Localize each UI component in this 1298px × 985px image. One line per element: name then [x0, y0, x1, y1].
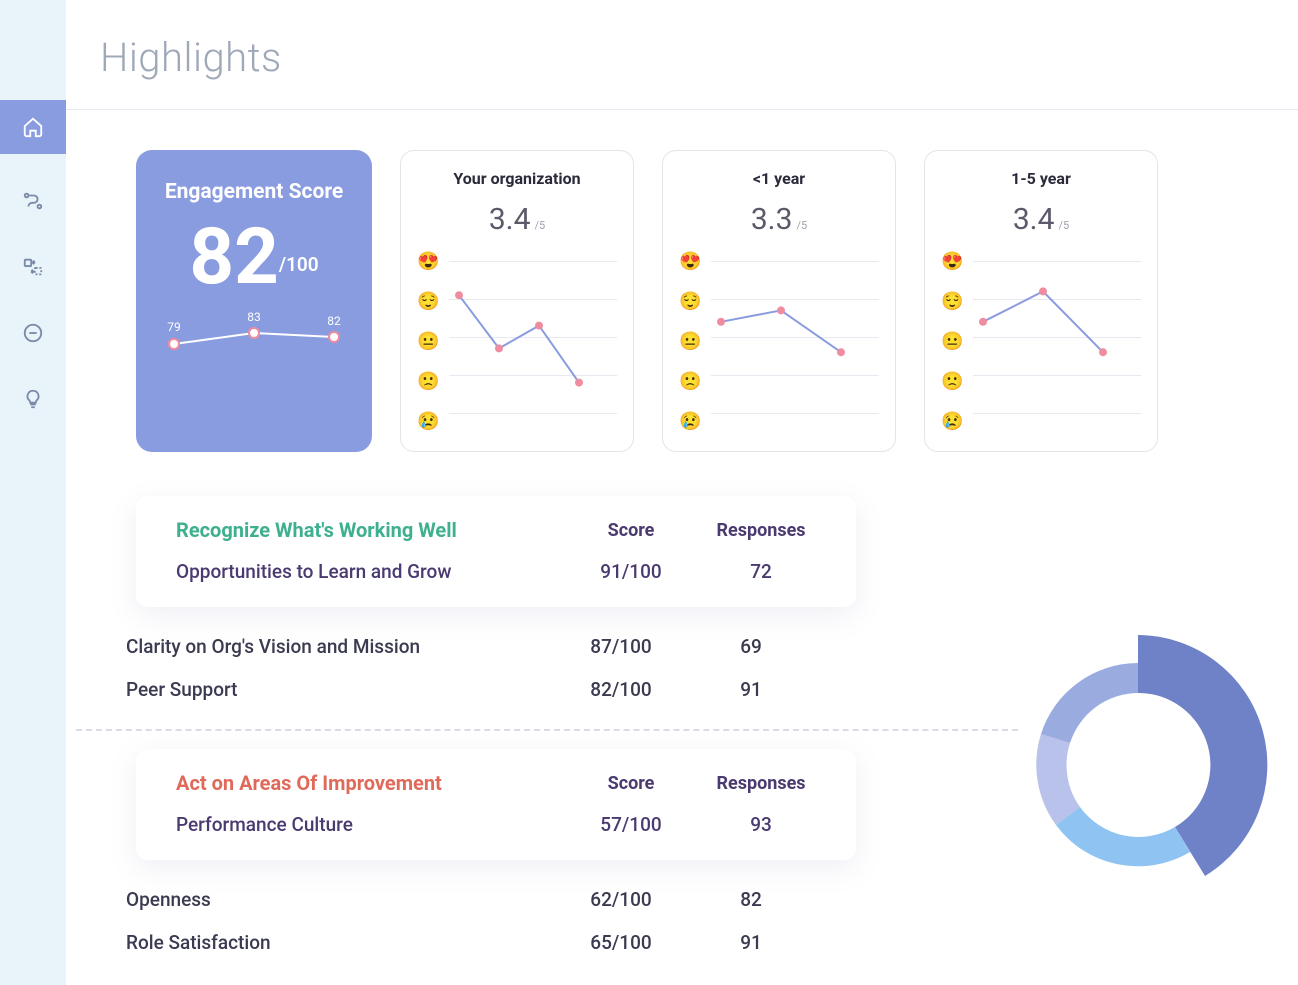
mood-emoji: 🙁	[417, 371, 439, 392]
top-item-name: Performance Culture	[176, 813, 566, 836]
donut-chart-container	[988, 496, 1288, 964]
score-card-title: 1-5 year	[937, 169, 1145, 188]
row-score: 65/100	[556, 931, 686, 954]
mood-emoji-column: 😍 😌 😐 🙁 😢	[417, 251, 439, 432]
mood-emoji-column: 😍 😌 😐 🙁 😢	[679, 251, 701, 432]
top-item-name: Opportunities to Learn and Grow	[176, 560, 566, 583]
mood-emoji: 😍	[941, 251, 963, 272]
mood-emoji: 😌	[679, 291, 701, 312]
mood-emoji: 😍	[417, 251, 439, 272]
row-responses: 91	[686, 931, 816, 954]
working-well-title: Recognize What's Working Well	[176, 518, 566, 542]
row-name: Peer Support	[126, 678, 556, 701]
trend-label-0: 79	[167, 320, 181, 334]
mood-emoji: 😢	[941, 411, 963, 432]
row-name: Clarity on Org's Vision and Mission	[126, 635, 556, 658]
compare-icon	[22, 256, 44, 278]
mood-emoji: 😢	[679, 411, 701, 432]
row-responses: 91	[686, 678, 816, 701]
engagement-suffix: /100	[279, 253, 319, 276]
engagement-value: 82	[189, 212, 279, 303]
sidebar-item-flow[interactable]	[0, 182, 66, 220]
flow-icon	[22, 190, 44, 212]
mood-emoji: 😌	[941, 291, 963, 312]
mood-line-chart	[973, 251, 1141, 432]
cards-row: Engagement Score 82 /100 79 83 82 Your o…	[136, 150, 1288, 452]
top-item-responses: 72	[696, 560, 826, 583]
row-name: Openness	[126, 888, 556, 911]
mood-line-chart	[711, 251, 879, 432]
page-header: Highlights	[66, 0, 1298, 110]
score-header: Score	[566, 773, 696, 794]
lower-section: Recognize What's Working Well Score Resp…	[136, 496, 1288, 964]
row-score: 87/100	[556, 635, 686, 658]
working-well-panel: Recognize What's Working Well Score Resp…	[136, 496, 856, 607]
table-row: Openness62/10082	[126, 878, 846, 921]
score-card-value: 3.4/5	[413, 202, 621, 237]
top-item-score: 57/100	[566, 813, 696, 836]
sidebar-item-home[interactable]	[0, 100, 66, 154]
top-item-score: 91/100	[566, 560, 696, 583]
top-item-responses: 93	[696, 813, 826, 836]
score-card-0: Your organization 3.4/5 😍 😌 😐 🙁 😢	[400, 150, 634, 452]
score-card-title: Your organization	[413, 169, 621, 188]
engagement-trend-chart: 79 83 82	[159, 309, 349, 359]
row-name: Role Satisfaction	[126, 931, 556, 954]
mood-emoji: 😐	[417, 331, 439, 352]
mood-line-chart	[449, 251, 617, 432]
row-responses: 69	[686, 635, 816, 658]
row-score: 62/100	[556, 888, 686, 911]
sidebar-item-compare[interactable]	[0, 248, 66, 286]
table-row: Role Satisfaction65/10091	[126, 921, 846, 964]
responses-header: Responses	[696, 520, 826, 541]
engagement-score-card: Engagement Score 82 /100 79 83 82	[136, 150, 372, 452]
mood-emoji: 😍	[679, 251, 701, 272]
tables-column: Recognize What's Working Well Score Resp…	[136, 496, 958, 964]
mood-emoji: 🙁	[679, 371, 701, 392]
responses-header: Responses	[696, 773, 826, 794]
table-row: Peer Support82/10091	[126, 668, 846, 711]
sidebar	[0, 0, 66, 985]
main-content: Highlights Engagement Score 82 /100 79 8…	[66, 0, 1298, 985]
row-score: 82/100	[556, 678, 686, 701]
score-card-title: <1 year	[675, 169, 883, 188]
improvement-title: Act on Areas Of Improvement	[176, 771, 566, 795]
minus-circle-icon	[22, 322, 44, 344]
home-icon	[22, 116, 44, 138]
score-card-1: <1 year 3.3/5 😍 😌 😐 🙁 😢	[662, 150, 896, 452]
mood-emoji: 😢	[417, 411, 439, 432]
trend-label-1: 83	[247, 310, 261, 324]
donut-chart	[998, 625, 1278, 915]
mood-emoji: 😐	[679, 331, 701, 352]
mood-emoji: 🙁	[941, 371, 963, 392]
score-card-value: 3.4/5	[937, 202, 1145, 237]
sidebar-item-bulb[interactable]	[0, 380, 66, 418]
score-card-2: 1-5 year 3.4/5 😍 😌 😐 🙁 😢	[924, 150, 1158, 452]
bulb-icon	[22, 388, 44, 410]
mood-emoji-column: 😍 😌 😐 🙁 😢	[941, 251, 963, 432]
content-area: Engagement Score 82 /100 79 83 82 Your o…	[66, 110, 1298, 985]
improvement-panel: Act on Areas Of Improvement Score Respon…	[136, 749, 856, 860]
mood-emoji: 😐	[941, 331, 963, 352]
score-card-value: 3.3/5	[675, 202, 883, 237]
score-header: Score	[566, 520, 696, 541]
row-responses: 82	[686, 888, 816, 911]
table-row: Clarity on Org's Vision and Mission87/10…	[126, 625, 846, 668]
trend-label-2: 82	[327, 314, 341, 328]
page-title: Highlights	[100, 34, 1298, 81]
mood-emoji: 😌	[417, 291, 439, 312]
engagement-title: Engagement Score	[150, 180, 358, 204]
sidebar-item-minus[interactable]	[0, 314, 66, 352]
section-divider	[76, 729, 1018, 731]
